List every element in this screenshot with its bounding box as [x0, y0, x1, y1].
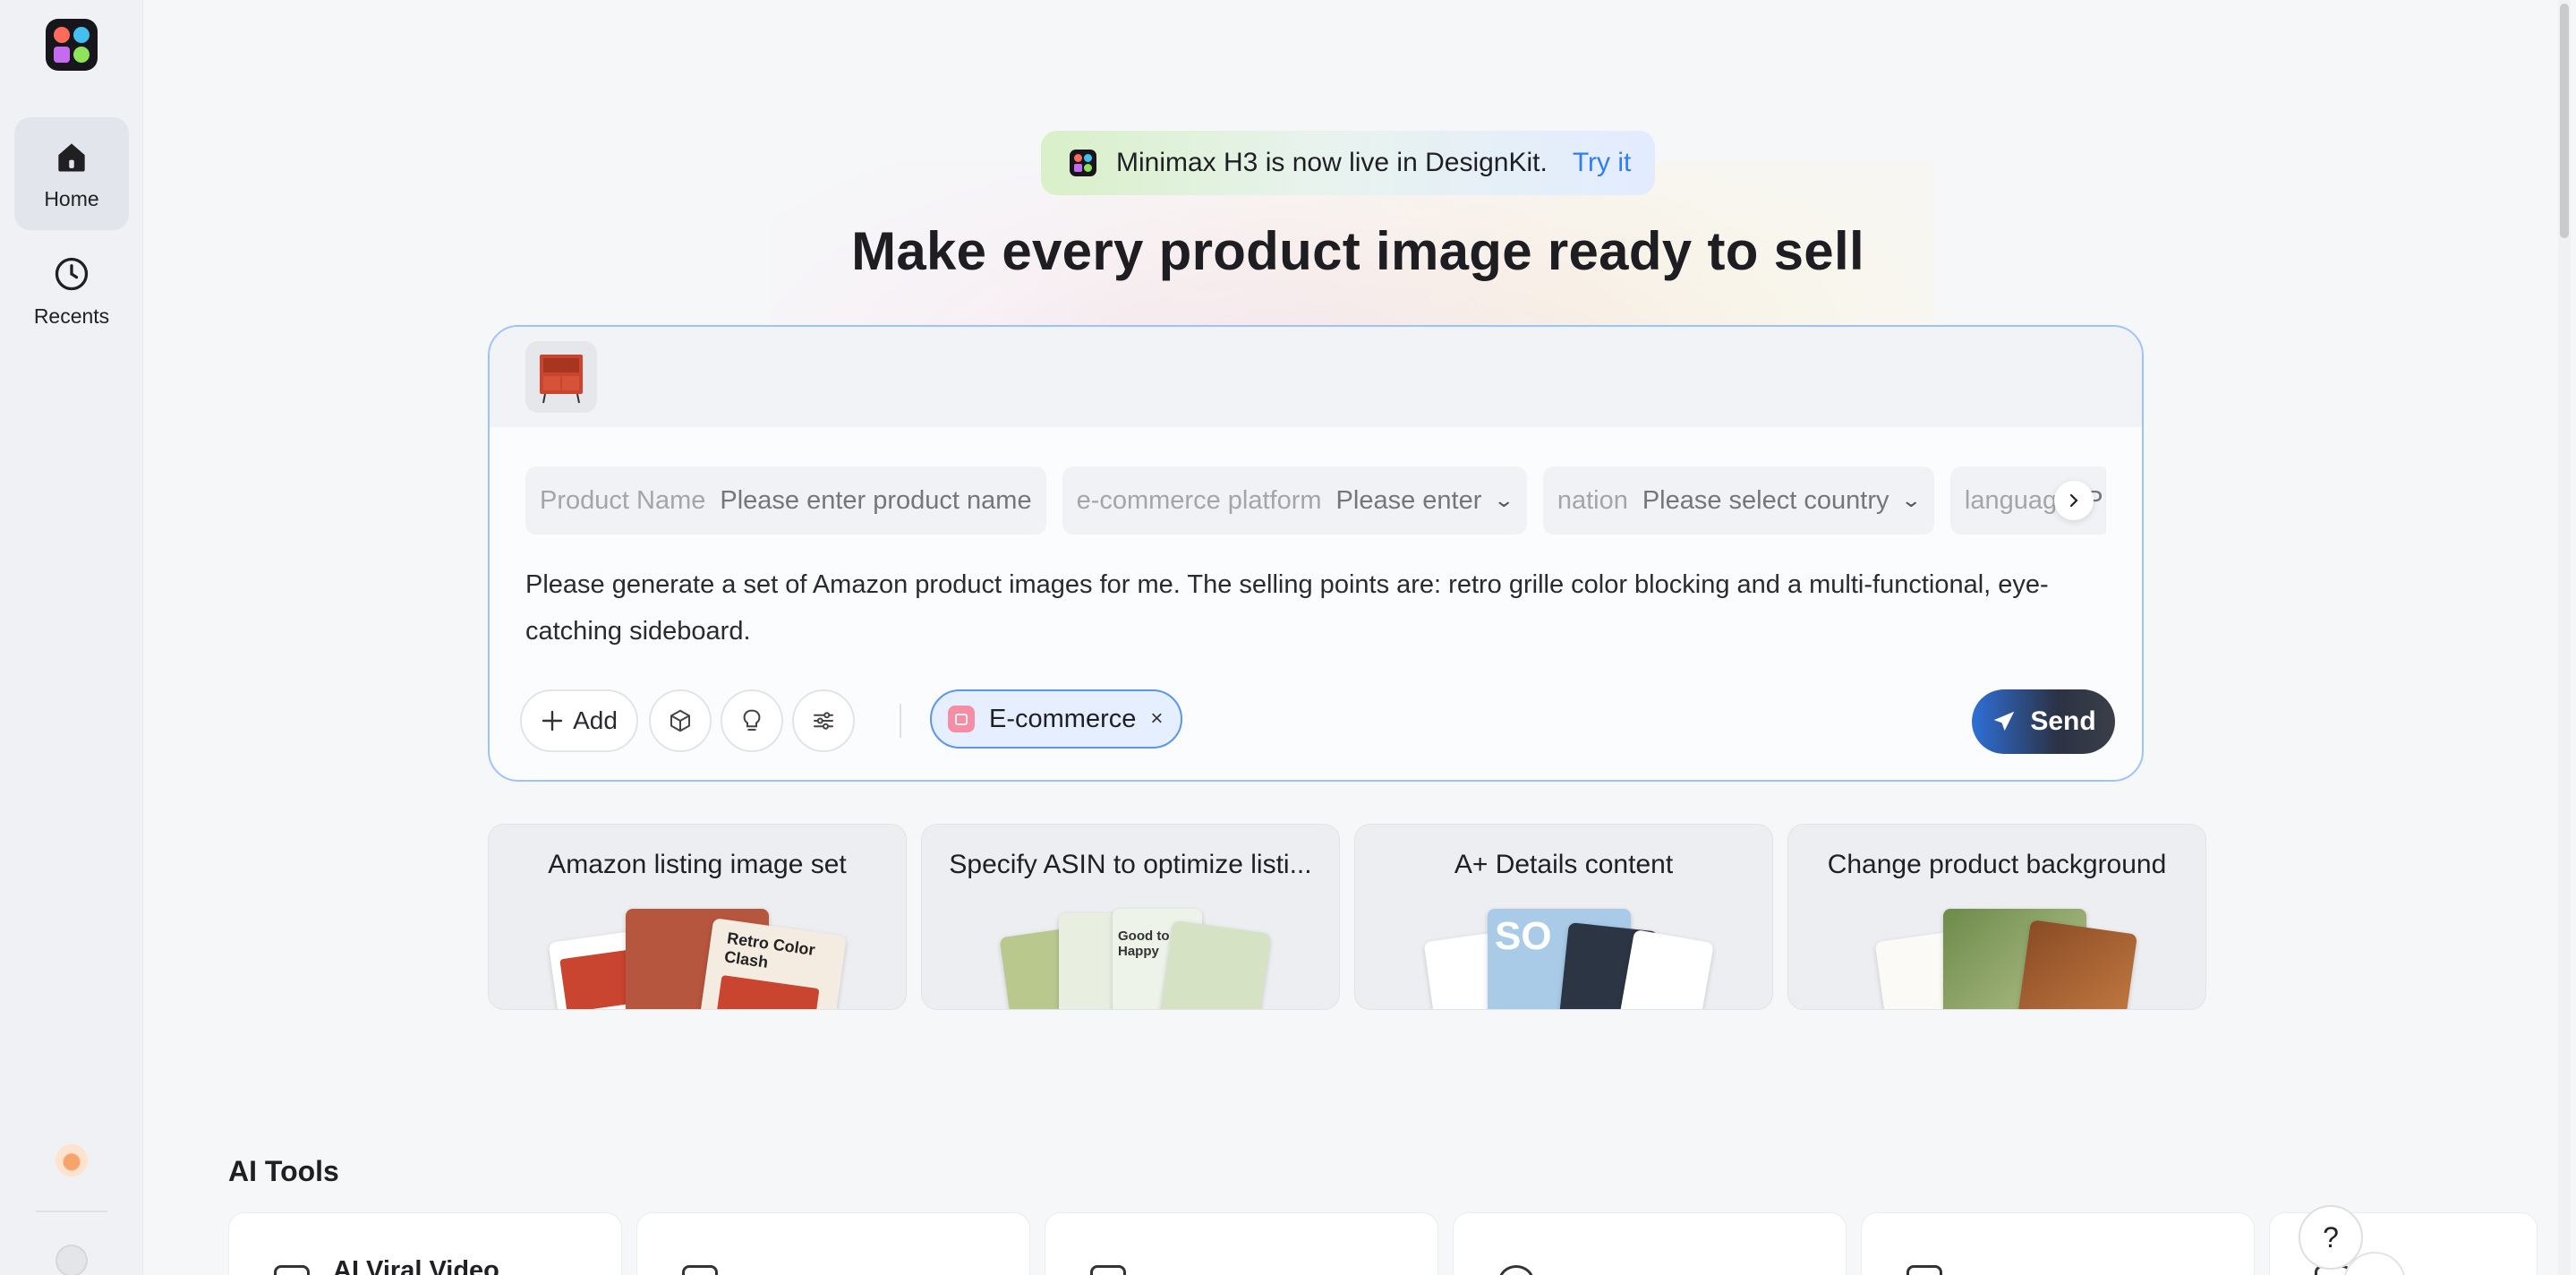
chevron-down-icon: ⌄ [1493, 489, 1515, 511]
add-button[interactable]: Add [520, 689, 638, 752]
send-button[interactable]: Send [1972, 689, 2115, 754]
prompt-composer: Product Name Please enter product name e… [488, 325, 2144, 782]
country-select[interactable]: nation Please select country ⌄ [1542, 466, 1934, 535]
suggestion-cards: Amazon listing image set Retro Color Cla… [488, 824, 2206, 1010]
fields-scroll-right-button[interactable] [2054, 481, 2094, 520]
try-it-link[interactable]: Try it [1573, 148, 1632, 178]
plus-icon [542, 710, 563, 732]
card-artwork [1845, 909, 2149, 1009]
app-logo[interactable] [46, 19, 98, 71]
sidebar-item-label: Home [44, 186, 99, 210]
prompt-input[interactable]: Please generate a set of Amazon product … [525, 561, 2119, 655]
sidebar: Home Recents [0, 0, 143, 1275]
card-aplus-content[interactable]: A+ Details content SO [1354, 824, 1773, 1010]
shopping-bag-icon [948, 706, 975, 732]
attachment-bar [490, 327, 2142, 427]
credits-icon[interactable] [55, 1144, 88, 1177]
sidebar-item-recents[interactable]: Recents [14, 235, 129, 347]
announcement-banner[interactable]: Minimax H3 is now live in DesignKit. Try… [1041, 131, 1655, 195]
card-asin-optimize[interactable]: Specify ASIN to optimize listi... Good t… [921, 824, 1340, 1010]
sidebar-divider [36, 1211, 107, 1212]
logo-dot-red [54, 27, 70, 43]
page-title: Make every product image ready to sell [851, 221, 1864, 281]
card-artwork: SO [1412, 909, 1716, 1009]
layers-icon [682, 1265, 718, 1275]
logo-dot-blue [73, 27, 90, 43]
tool-card[interactable] [636, 1212, 1030, 1275]
inspiration-button[interactable] [721, 689, 783, 752]
product-thumbnail[interactable] [525, 341, 597, 413]
sidebar-item-label: Recents [33, 304, 110, 328]
model-3d-button[interactable] [649, 689, 712, 752]
tool-card[interactable] [1861, 1212, 2255, 1275]
announcement-text: Minimax H3 is now live in DesignKit. [1116, 148, 1548, 177]
avatar[interactable] [55, 1245, 88, 1275]
page-scrollbar[interactable] [2558, 0, 2571, 1275]
product-fields: Product Name Please enter product name e… [525, 466, 2106, 535]
help-button[interactable]: ? [2299, 1205, 2363, 1270]
sliders-icon [814, 712, 833, 730]
cube-icon [670, 709, 690, 732]
tool-card[interactable] [1045, 1212, 1438, 1275]
sidebar-item-home[interactable]: Home [14, 117, 129, 230]
tool-card-viral-video[interactable]: AI Viral Video [228, 1212, 622, 1275]
circle-icon [1498, 1265, 1534, 1275]
ecommerce-tag[interactable]: E-commerce × [930, 689, 1183, 749]
close-icon[interactable]: × [1150, 706, 1163, 732]
clock-icon [55, 257, 89, 290]
lightbulb-icon [743, 709, 761, 731]
card-artwork: Good to Happy [978, 909, 1283, 1009]
frame-icon [1906, 1265, 1942, 1275]
paper-plane-icon [1994, 711, 2015, 731]
logo-dot-purple [54, 47, 70, 63]
settings-sliders-button[interactable] [792, 689, 855, 752]
platform-select[interactable]: e-commerce platform Please enter ⌄ [1062, 466, 1527, 535]
logo-dot-green [73, 47, 90, 63]
chevron-right-icon [2069, 493, 2078, 508]
ai-tools-title: AI Tools [228, 1155, 339, 1187]
card-change-background[interactable]: Change product background [1787, 824, 2206, 1010]
card-amazon-listing[interactable]: Amazon listing image set Retro Color Cla… [488, 824, 907, 1010]
image-icon [1090, 1265, 1126, 1275]
sideboard-image [540, 355, 583, 404]
video-icon [274, 1265, 310, 1275]
product-name-field[interactable]: Product Name Please enter product name [525, 466, 1046, 535]
tool-card[interactable] [1453, 1212, 1847, 1275]
chevron-down-icon: ⌄ [1900, 489, 1923, 511]
home-icon [58, 142, 85, 171]
designkit-logo-icon [1070, 150, 1096, 176]
toolbar-divider [900, 704, 901, 738]
card-artwork: Retro Color Clash [545, 909, 849, 1009]
main-content: Minimax H3 is now live in DesignKit. Try… [144, 0, 2576, 1275]
composer-toolbar: Add E-commerce × Send [520, 689, 2115, 754]
